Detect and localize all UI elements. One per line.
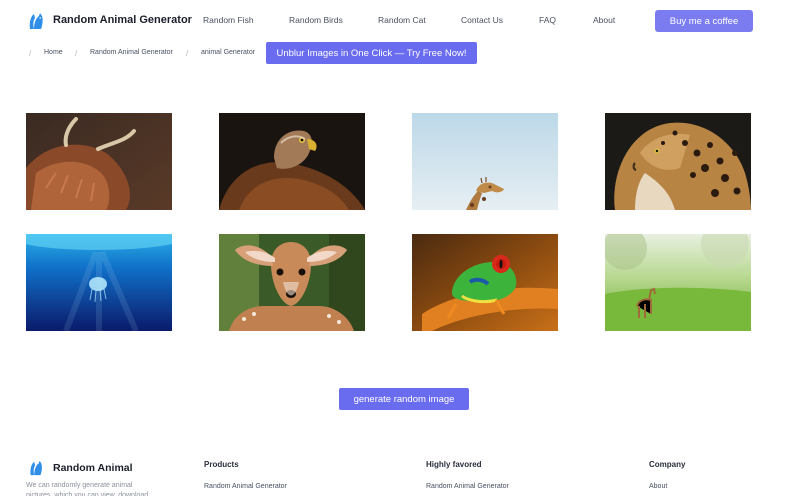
- unblur-promo-button[interactable]: Unblur Images in One Click — Try Free No…: [266, 42, 477, 64]
- footer-link-random-animal-generator[interactable]: Random Animal Generator: [204, 483, 287, 490]
- nav-contact-us[interactable]: Contact Us: [461, 15, 503, 25]
- footer-link-random-animal-generator[interactable]: Random Animal Generator: [426, 483, 509, 490]
- breadcrumb-separator: /: [75, 49, 78, 58]
- breadcrumb-separator: /: [29, 49, 32, 58]
- animal-image-tree-frog[interactable]: [412, 234, 558, 331]
- cat-logo-icon[interactable]: [28, 12, 44, 30]
- breadcrumb-home[interactable]: Home: [44, 49, 63, 56]
- animal-image-deer[interactable]: [219, 234, 365, 331]
- cat-logo-icon[interactable]: [28, 460, 44, 476]
- nav-random-birds[interactable]: Random Birds: [289, 15, 343, 25]
- breadcrumb-current: animal Generator: [201, 49, 256, 56]
- generate-random-image-button[interactable]: generate random image: [339, 388, 469, 410]
- footer-heading-company: Company: [649, 460, 686, 469]
- animal-image-fawn[interactable]: [605, 234, 751, 331]
- animal-image-leopard[interactable]: [605, 113, 751, 210]
- animal-image-eagle[interactable]: [219, 113, 365, 210]
- nav-faq[interactable]: FAQ: [539, 15, 556, 25]
- footer-heading-products: Products: [204, 460, 239, 469]
- breadcrumb-random-animal-generator[interactable]: Random Animal Generator: [90, 49, 173, 56]
- footer-description: We can randomly generate animal pictures…: [26, 482, 149, 496]
- animal-image-giraffe[interactable]: [412, 113, 558, 210]
- animal-image-jellyfish[interactable]: [26, 234, 172, 331]
- footer-link-about[interactable]: About: [649, 483, 667, 490]
- brand-name[interactable]: Random Animal Generator: [53, 14, 192, 26]
- breadcrumb-separator: /: [186, 49, 189, 58]
- footer-heading-highly-favored: Highly favored: [426, 460, 482, 469]
- animal-image-highland-cow[interactable]: [26, 113, 172, 210]
- footer-brand[interactable]: Random Animal: [53, 462, 133, 474]
- nav-random-fish[interactable]: Random Fish: [203, 15, 254, 25]
- site-header: Random Animal Generator Random Fish Rand…: [0, 0, 800, 42]
- buy-me-a-coffee-button[interactable]: Buy me a coffee: [655, 10, 753, 32]
- nav-about[interactable]: About: [593, 15, 615, 25]
- nav-random-cat[interactable]: Random Cat: [378, 15, 426, 25]
